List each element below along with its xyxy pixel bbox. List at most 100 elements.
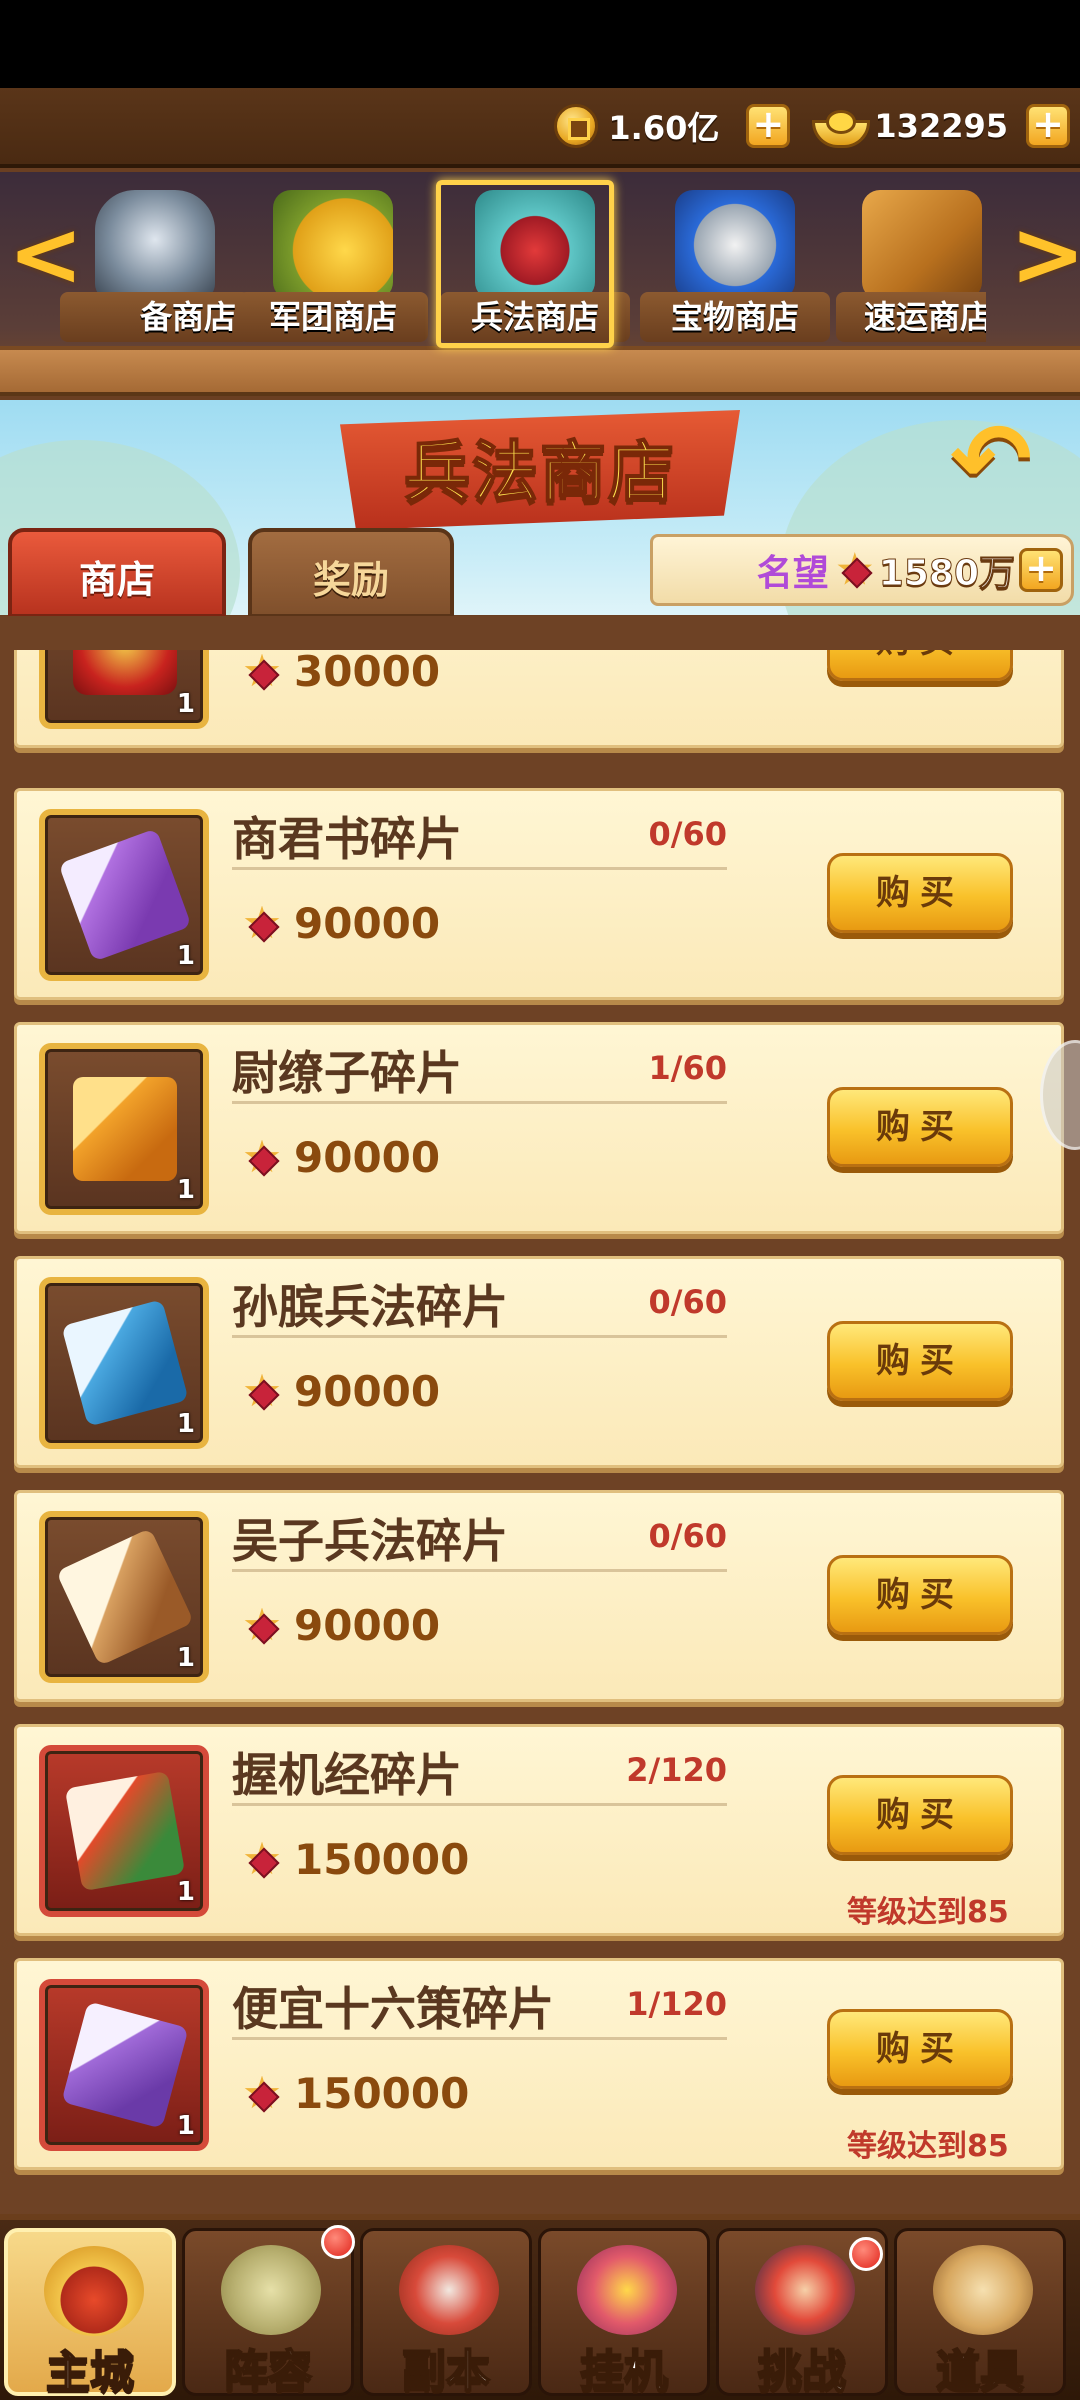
fame-star-icon (242, 1606, 282, 1646)
add-fame-button[interactable]: + (1019, 548, 1063, 592)
nav-dungeon[interactable]: 副本 (360, 2228, 532, 2398)
item-name: 便宜十六策碎片 (232, 1982, 554, 2036)
item-thumbnail[interactable]: 1 (39, 1979, 209, 2151)
item-price: 90000 (242, 1133, 440, 1182)
item-price: 30000 (242, 650, 440, 696)
buy-button[interactable]: 购买 (827, 1555, 1013, 1635)
gold-currency: 132295 + (812, 96, 1070, 156)
war-drum-icon (221, 2245, 321, 2335)
divider (232, 1803, 727, 1806)
item-quantity: 1 (176, 941, 195, 971)
nav-label: 阵容 (223, 2345, 313, 2398)
fame-star-icon (835, 550, 875, 590)
currency-bar: 1.60亿 + 132295 + (0, 88, 1080, 168)
list-item: 1 吴子兵法碎片 0/60 90000 购买 (14, 1490, 1064, 1702)
store-tab-label: 宝物商店 (640, 292, 830, 342)
nav-challenge[interactable]: 挑战 (716, 2228, 888, 2398)
copper-coin-icon (554, 104, 599, 148)
fame-star-icon (242, 2074, 282, 2114)
item-thumbnail[interactable]: 1 (39, 809, 209, 981)
item-price: 90000 (242, 1367, 440, 1416)
add-copper-button[interactable]: + (746, 104, 791, 148)
nav-lineup[interactable]: 阵容 (182, 2225, 355, 2398)
price-value: 90000 (294, 1601, 441, 1650)
buy-button[interactable]: 购买 (827, 2009, 1013, 2089)
buy-button[interactable]: 购买 (827, 1321, 1013, 1401)
list-item: 1 孙膑兵法碎片 0/60 90000 购买 (14, 1256, 1064, 1468)
treasure-bag-icon (577, 2245, 677, 2335)
copper-value: 1.60亿 (608, 109, 720, 147)
fame-value: 1580万 (878, 553, 1015, 595)
item-name: 商君书碎片 (232, 812, 462, 866)
status-bar (0, 0, 1080, 88)
store-tab-treasure[interactable]: 宝物商店 (640, 180, 830, 350)
gold-value: 132295 (874, 107, 1008, 145)
versus-heroes-icon (755, 2245, 855, 2335)
notification-badge (321, 2225, 355, 2259)
nav-main-city[interactable]: 主城 (4, 2228, 176, 2399)
purchase-count: 2/120 (626, 1751, 727, 1789)
nav-label: 挂机 (579, 2345, 669, 2398)
store-tab-equipment[interactable]: 备商店 (60, 180, 250, 350)
carousel-next-arrow[interactable]: > (1010, 205, 1080, 305)
palace-icon (44, 2246, 144, 2336)
buy-button[interactable]: 购买 (827, 1775, 1013, 1855)
item-quantity: 1 (176, 1409, 195, 1439)
price-value: 90000 (294, 899, 441, 948)
list-item: 1 握机经碎片 2/120 150000 购买 等级达到85 (14, 1724, 1064, 1936)
store-tab-tactics[interactable]: 兵法商店 (436, 180, 630, 350)
store-tab-label: 军团商店 (238, 292, 428, 342)
back-arrow-icon[interactable]: ↶ (936, 410, 1046, 510)
nav-items[interactable]: 道具 (894, 2228, 1066, 2398)
list-item: 1 30000 购买 (14, 650, 1064, 748)
page-title: 兵法商店 (403, 433, 676, 512)
store-tab-label: 速运商店 (836, 292, 986, 342)
fame-star-icon (242, 904, 282, 944)
blue-scroll-icon (61, 1299, 189, 1427)
purchase-count: 0/60 (648, 1517, 727, 1555)
price-value: 150000 (294, 1835, 470, 1884)
item-thumbnail[interactable]: 1 (39, 650, 209, 729)
buy-button[interactable]: 购买 (827, 650, 1013, 681)
item-pouch-icon (933, 2245, 1033, 2335)
purple-scroll-icon (58, 828, 192, 962)
add-gold-button[interactable]: + (1026, 104, 1070, 148)
price-value: 150000 (294, 2069, 470, 2118)
list-item: 1 尉缭子碎片 1/60 90000 购买 (14, 1022, 1064, 1234)
violet-scroll-icon (61, 2001, 189, 2129)
buy-button[interactable]: 购买 (827, 853, 1013, 933)
item-name: 吴子兵法碎片 (232, 1514, 508, 1568)
nav-idle[interactable]: 挂机 (538, 2228, 710, 2398)
crate-icon (862, 190, 982, 300)
level-requirement: 等级达到85 (847, 2129, 1009, 2164)
level-requirement: 等级达到85 (847, 1895, 1009, 1930)
item-price: 90000 (242, 1601, 440, 1650)
store-tab-legion[interactable]: 军团商店 (238, 180, 428, 350)
carousel-prev-arrow[interactable]: < (8, 205, 83, 305)
item-quantity: 1 (176, 1877, 195, 1907)
item-thumbnail[interactable]: 1 (39, 1745, 209, 1917)
tab-shop[interactable]: 商店 (8, 528, 226, 618)
item-thumbnail[interactable]: 1 (39, 1511, 209, 1683)
carousel-shelf (0, 346, 1080, 396)
fame-star-icon (242, 652, 282, 692)
item-thumbnail[interactable]: 1 (39, 1043, 209, 1215)
nav-label: 挑战 (757, 2345, 847, 2398)
fame-star-icon (242, 1840, 282, 1880)
tab-reward[interactable]: 奖励 (248, 528, 454, 618)
item-thumbnail[interactable]: 1 (39, 1277, 209, 1449)
item-list: 1 30000 购买 1 商君书碎片 0/60 90000 购买 1 尉缭子碎片… (0, 650, 1080, 2200)
purchase-count: 1/60 (648, 1049, 727, 1087)
store-tab-express[interactable]: 速运商店 (836, 180, 986, 350)
price-value: 90000 (294, 1367, 441, 1416)
treasure-map-icon (675, 190, 795, 300)
bamboo-scroll-icon (55, 1527, 195, 1667)
item-price: 150000 (242, 1835, 469, 1884)
red-tome-icon (73, 650, 177, 695)
copper-currency: 1.60亿 + (554, 96, 791, 156)
item-name: 孙膑兵法碎片 (232, 1280, 508, 1334)
store-tab-label: 备商店 (60, 292, 250, 342)
purchase-count: 0/60 (648, 1283, 727, 1321)
buy-button[interactable]: 购买 (827, 1087, 1013, 1167)
item-price: 90000 (242, 899, 440, 948)
